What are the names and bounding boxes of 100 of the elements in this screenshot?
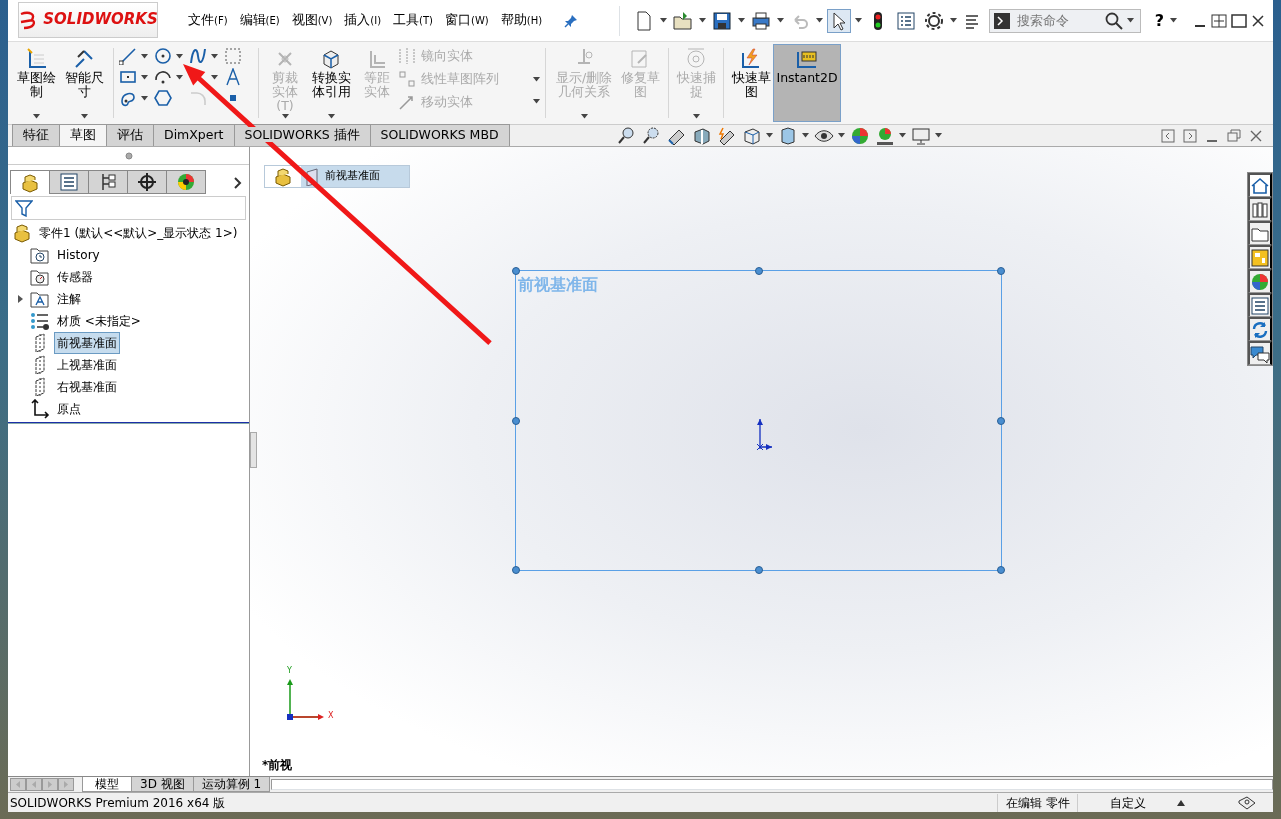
breadcrumb[interactable]: 前视基准面 <box>264 165 410 188</box>
task-pane-tab[interactable] <box>1248 197 1272 221</box>
caret-icon[interactable] <box>949 18 957 23</box>
caret-icon[interactable] <box>1126 18 1134 23</box>
scene-ball-icon[interactable] <box>874 125 895 146</box>
tree-item[interactable]: 前视基准面 <box>54 332 120 354</box>
command-tab[interactable]: 评估 <box>106 124 154 146</box>
plane-handle[interactable] <box>754 566 763 574</box>
tile-right-icon[interactable] <box>1183 128 1197 143</box>
search-icon[interactable] <box>1104 11 1123 30</box>
menu-item[interactable]: 编辑(E) <box>233 11 286 30</box>
caret-icon[interactable] <box>659 18 667 23</box>
splitter-handle[interactable] <box>250 432 257 468</box>
ribbon-button[interactable]: 转换实体引用 <box>306 44 356 122</box>
panel-tab[interactable] <box>127 170 167 194</box>
pin-icon[interactable] <box>564 14 579 28</box>
tile-icon[interactable] <box>1211 13 1227 28</box>
caret-icon[interactable] <box>1170 18 1177 23</box>
plane-handle[interactable] <box>512 416 520 425</box>
collapsed-caret-icon[interactable] <box>16 295 24 303</box>
plane-handle[interactable] <box>512 566 520 574</box>
maximize-icon[interactable] <box>1231 13 1247 28</box>
circle-icon[interactable] <box>154 47 172 65</box>
arc-icon[interactable] <box>154 68 172 86</box>
annotation-view-icon[interactable] <box>716 125 737 146</box>
plane-handle[interactable] <box>997 566 1005 574</box>
task-pane-tab[interactable] <box>1248 173 1272 197</box>
caret-icon[interactable] <box>815 18 823 23</box>
zoom-fit-icon[interactable] <box>616 125 637 146</box>
ribbon-button[interactable]: Instant2D <box>773 44 841 122</box>
caret-icon[interactable] <box>837 133 845 138</box>
caret-icon[interactable] <box>141 95 148 101</box>
line-icon[interactable] <box>119 47 137 65</box>
caret-icon[interactable] <box>776 18 784 23</box>
ribbon-button[interactable]: 快速草图 <box>729 44 773 122</box>
task-pane-tab[interactable] <box>1248 245 1272 269</box>
caret-icon[interactable] <box>141 53 148 59</box>
spline-icon[interactable] <box>189 47 207 65</box>
command-tab[interactable]: SOLIDWORKS 插件 <box>233 124 371 146</box>
tile-left-icon[interactable] <box>1161 128 1175 143</box>
panel-tab[interactable] <box>49 170 89 194</box>
units-button[interactable]: 自定义 <box>1077 793 1177 812</box>
tree-item[interactable]: 注解 <box>54 288 84 310</box>
ribbon-button[interactable]: 智能尺寸 <box>60 44 108 122</box>
command-tab[interactable]: 草图 <box>59 124 107 146</box>
search-field[interactable]: 搜索命令 <box>1014 9 1101 32</box>
caret-icon[interactable] <box>211 74 218 80</box>
task-pane-tab[interactable] <box>1248 317 1272 341</box>
caret-icon[interactable] <box>80 114 88 119</box>
grip-dot-icon[interactable] <box>124 151 133 160</box>
help-button[interactable]: ? <box>1152 6 1166 35</box>
task-pane-tab[interactable] <box>1248 293 1272 317</box>
plane-handle[interactable] <box>997 267 1005 275</box>
close-icon[interactable] <box>1251 13 1265 28</box>
view-cube-icon[interactable] <box>741 125 762 146</box>
plane-handle[interactable] <box>512 267 520 275</box>
panel-tab[interactable] <box>88 170 128 194</box>
plane-handle[interactable] <box>997 416 1005 425</box>
logo[interactable]: SOLIDWORKS <box>18 1 158 38</box>
text-a-icon[interactable] <box>224 68 242 86</box>
pointer-button[interactable] <box>826 8 851 33</box>
caret-icon[interactable] <box>934 133 942 138</box>
caret-icon[interactable] <box>801 133 809 138</box>
caret-icon[interactable] <box>176 74 183 80</box>
tree-item[interactable]: 原点 <box>54 398 84 420</box>
caret-icon[interactable] <box>765 133 773 138</box>
ribbon-button[interactable]: 草图绘制 <box>12 44 60 122</box>
command-tab[interactable]: DimXpert <box>153 124 235 146</box>
command-tab[interactable]: 特征 <box>12 124 60 146</box>
task-pane-tab[interactable] <box>1248 269 1272 293</box>
caret-up-icon[interactable] <box>1177 799 1185 806</box>
caret-icon[interactable] <box>898 133 906 138</box>
search-box[interactable]: 搜索命令 <box>988 8 1141 33</box>
zoom-area-icon[interactable] <box>641 125 662 146</box>
command-tab[interactable]: SOLIDWORKS MBD <box>369 124 510 146</box>
restore-icon[interactable] <box>1227 128 1241 143</box>
tree-item[interactable]: 传感器 <box>54 266 96 288</box>
menu-item[interactable]: 文件(F) <box>182 11 234 30</box>
caret-icon[interactable] <box>211 53 218 59</box>
horizontal-scrollbar[interactable] <box>271 779 1273 790</box>
caret-icon[interactable] <box>32 114 40 119</box>
tree-item[interactable]: 材质 <未指定> <box>54 310 144 332</box>
menu-item[interactable]: 视图(V) <box>285 11 339 30</box>
menu-item[interactable]: 工具(T) <box>387 11 440 30</box>
rectangle-icon[interactable] <box>119 68 137 86</box>
plane-handle[interactable] <box>754 267 763 275</box>
panel-tab[interactable] <box>166 170 206 194</box>
menu-item[interactable]: 帮助(H) <box>494 11 549 30</box>
section-cube-icon[interactable] <box>691 125 712 146</box>
tree-item[interactable]: History <box>54 244 103 266</box>
menu-item[interactable]: 插入(I) <box>338 11 388 30</box>
filter-field[interactable] <box>11 196 246 220</box>
caret-icon[interactable] <box>698 18 706 23</box>
caret-icon[interactable] <box>327 114 335 119</box>
tree-item[interactable]: 右视基准面 <box>54 376 120 398</box>
caret-icon[interactable] <box>737 18 745 23</box>
tree-item[interactable]: 上视基准面 <box>54 354 120 376</box>
menu-item[interactable]: 窗口(W) <box>439 11 495 30</box>
appearance-ball-icon[interactable] <box>849 125 870 146</box>
task-pane-tab[interactable] <box>1248 341 1272 365</box>
